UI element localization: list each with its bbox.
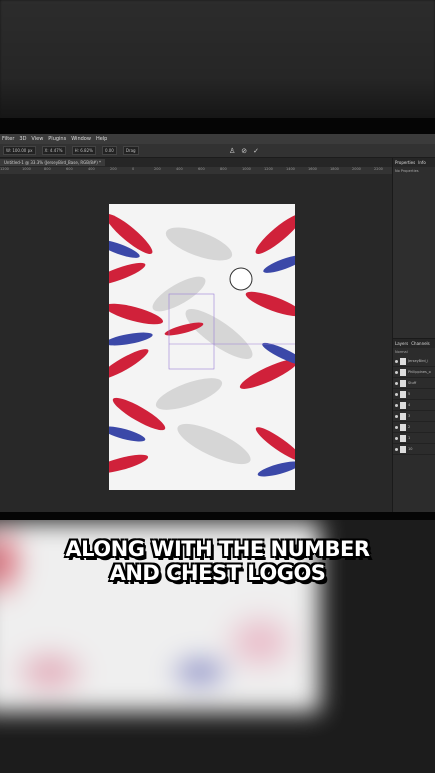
- menu-3d[interactable]: 3D: [19, 136, 26, 142]
- x-field[interactable]: X: 4.47%: [41, 146, 66, 155]
- visibility-eye-icon[interactable]: [395, 425, 398, 429]
- subtitle-caption: ALONG WITH THE NUMBER AND CHEST LOGOS: [0, 537, 435, 585]
- frame-divider-bottom: [0, 512, 435, 520]
- caption-line-1: ALONG WITH THE NUMBER: [65, 537, 370, 561]
- tab-layers[interactable]: Layers: [395, 341, 408, 346]
- photoshop-window: Filter 3D View Plugins Window Help W: 10…: [0, 134, 435, 512]
- warp-icon[interactable]: ♙: [229, 147, 235, 155]
- layer-thumbnail: [400, 434, 406, 442]
- layer-thumbnail: [400, 357, 406, 365]
- layer-thumbnail: [400, 379, 406, 387]
- layer-name: 1: [408, 436, 411, 440]
- frame-divider: [0, 118, 435, 134]
- ruler-tick: 200: [154, 167, 161, 171]
- ruler-tick: 1200: [0, 167, 9, 171]
- layer-row[interactable]: 3: [393, 411, 435, 422]
- layer-name: 4: [408, 403, 411, 407]
- layer-row[interactable]: Stuff: [393, 378, 435, 389]
- menu-view[interactable]: View: [31, 136, 43, 142]
- layer-list: JerseyBird_i Philippines_o Stuff 5 4 3 2 1 10: [393, 356, 435, 455]
- ruler-tick: 400: [176, 167, 183, 171]
- layer-row[interactable]: 4: [393, 400, 435, 411]
- layers-tabs: Layers Channels: [393, 339, 435, 348]
- ruler-tick: 600: [66, 167, 73, 171]
- document-canvas[interactable]: [109, 204, 295, 490]
- ruler-tick: 2000: [352, 167, 361, 171]
- tab-info[interactable]: Info: [418, 160, 426, 165]
- visibility-eye-icon[interactable]: [395, 392, 398, 396]
- menu-bar: Filter 3D View Plugins Window Help: [0, 134, 435, 144]
- blurred-background-top: [0, 0, 435, 130]
- angle-field[interactable]: 0.00: [101, 146, 117, 155]
- ruler-tick: 1800: [330, 167, 339, 171]
- ruler-tick: 1000: [242, 167, 251, 171]
- height-field[interactable]: H: 6.82%: [71, 146, 96, 155]
- layer-thumbnail: [400, 401, 406, 409]
- layer-row[interactable]: 1: [393, 433, 435, 444]
- visibility-eye-icon[interactable]: [395, 370, 398, 374]
- blurred-background-bottom: ALONG WITH THE NUMBER AND CHEST LOGOS: [0, 512, 435, 773]
- layer-row[interactable]: 5: [393, 389, 435, 400]
- doc-tab[interactable]: Untitled-1 @ 33.3% (JerseyBird_Base, RGB…: [0, 159, 106, 166]
- commit-check-icon[interactable]: ✓: [253, 147, 259, 155]
- options-bar: W: 100.00 px X: 4.47% H: 6.82% 0.00 Drag…: [0, 144, 435, 158]
- right-panel: Properties Info No Properties Layers Cha…: [392, 158, 435, 512]
- chest-logo-icon: [229, 267, 253, 291]
- cancel-icon[interactable]: ⊘: [241, 147, 247, 155]
- visibility-eye-icon[interactable]: [395, 381, 398, 385]
- layer-name: 10: [408, 447, 413, 451]
- visibility-eye-icon[interactable]: [395, 447, 398, 451]
- layer-thumbnail: [400, 423, 406, 431]
- ruler-tick: 1400: [286, 167, 295, 171]
- layer-row[interactable]: 2: [393, 422, 435, 433]
- tab-channels[interactable]: Channels: [411, 341, 430, 346]
- layer-row[interactable]: JerseyBird_i: [393, 356, 435, 367]
- caption-line-2: AND CHEST LOGOS: [109, 561, 326, 585]
- layer-thumbnail: [400, 390, 406, 398]
- interpolation-field[interactable]: Drag: [122, 146, 139, 155]
- visibility-eye-icon[interactable]: [395, 414, 398, 418]
- width-field[interactable]: W: 100.00 px: [3, 146, 36, 155]
- layer-thumbnail: [400, 368, 406, 376]
- ruler-tick: 1200: [264, 167, 273, 171]
- ruler-tick: 1000: [22, 167, 31, 171]
- layer-row[interactable]: 10: [393, 444, 435, 455]
- menu-help[interactable]: Help: [96, 136, 107, 142]
- layer-thumbnail: [400, 445, 406, 453]
- layer-name: 2: [408, 425, 411, 429]
- ruler-tick: 400: [88, 167, 95, 171]
- tab-properties[interactable]: Properties: [395, 160, 415, 165]
- menu-window[interactable]: Window: [71, 136, 91, 142]
- layer-name: 3: [408, 414, 411, 418]
- layer-row[interactable]: Philippines_o: [393, 367, 435, 378]
- ruler-tick: 800: [44, 167, 51, 171]
- layers-panel: Layers Channels Normal JerseyBird_i Phili…: [393, 338, 435, 512]
- properties-text: No Properties: [395, 169, 419, 173]
- blend-mode-select[interactable]: Normal: [393, 348, 435, 356]
- menu-plugins[interactable]: Plugins: [48, 136, 66, 142]
- feather-artwork: [109, 213, 295, 477]
- ruler-tick: 0: [132, 167, 135, 171]
- properties-tabs: Properties Info: [393, 158, 435, 167]
- visibility-eye-icon[interactable]: [395, 359, 398, 363]
- ruler-tick: 2200: [374, 167, 383, 171]
- canvas-area[interactable]: [0, 174, 392, 512]
- ruler-tick: 200: [110, 167, 117, 171]
- ruler-tick: 800: [220, 167, 227, 171]
- ruler-tick: 600: [198, 167, 205, 171]
- visibility-eye-icon[interactable]: [395, 403, 398, 407]
- layer-name: 5: [408, 392, 411, 396]
- layer-name: Stuff: [408, 381, 417, 385]
- layer-thumbnail: [400, 412, 406, 420]
- document-tabs: Untitled-1 @ 33.3% (JerseyBird_Base, RGB…: [0, 158, 392, 167]
- ruler-tick: 1600: [308, 167, 317, 171]
- menu-filter[interactable]: Filter: [2, 136, 14, 142]
- layer-name: Philippines_o: [408, 370, 431, 374]
- layer-name: JerseyBird_i: [408, 359, 429, 363]
- visibility-eye-icon[interactable]: [395, 436, 398, 440]
